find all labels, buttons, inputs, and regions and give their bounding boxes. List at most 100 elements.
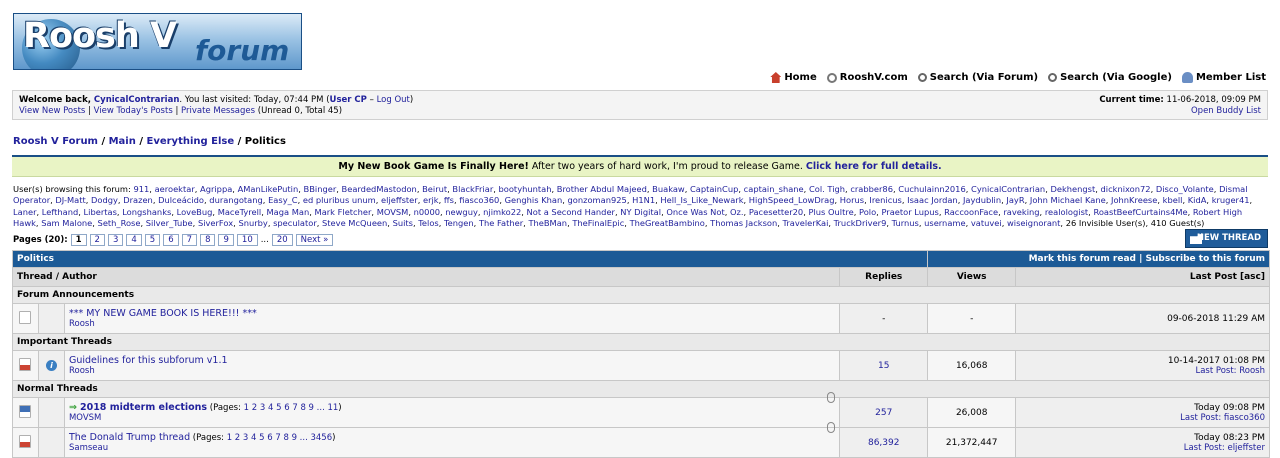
browsing-user-link[interactable]: Agrippa <box>200 184 232 194</box>
browsing-user-link[interactable]: Seth_Rose <box>98 218 141 228</box>
browsing-user-link[interactable]: Silver_Tube <box>146 218 193 228</box>
user-cp-link[interactable]: User CP <box>330 95 367 105</box>
browsing-user-link[interactable]: JohnKreese <box>1111 195 1157 205</box>
browsing-user-link[interactable]: durangotang <box>209 195 262 205</box>
col-thread-author[interactable]: Thread / Author <box>11 267 841 287</box>
browsing-user-link[interactable]: John Michael Kane <box>1030 195 1106 205</box>
browsing-user-link[interactable]: LoveBug <box>177 207 213 217</box>
browsing-user-link[interactable]: Polo <box>859 207 876 217</box>
last-post-user[interactable]: eljeffster <box>1227 443 1265 453</box>
browsing-user-link[interactable]: crabber86 <box>850 184 893 194</box>
browsing-user-link[interactable]: eljeffster <box>381 195 418 205</box>
browsing-user-link[interactable]: Beirut <box>422 184 447 194</box>
browsing-user-link[interactable]: DJ-Matt <box>55 195 85 205</box>
private-messages-link[interactable]: Private Messages <box>181 106 255 116</box>
last-post-link[interactable]: Last Post: <box>1195 366 1239 376</box>
nav-rooshv[interactable]: RooshV.com <box>826 72 908 83</box>
go-to-new-arrow-icon[interactable]: ⇒ <box>69 402 77 413</box>
last-post-link[interactable]: Last Post: <box>1184 443 1228 453</box>
browsing-user-link[interactable]: Brother Abdul Majeed <box>557 184 647 194</box>
browsing-user-link[interactable]: Disco_Volante <box>1156 184 1214 194</box>
browsing-user-link[interactable]: 911 <box>133 184 149 194</box>
browsing-user-link[interactable]: dicknixon72 <box>1101 184 1151 194</box>
thread-author-link[interactable]: Roosh <box>69 366 835 376</box>
browsing-user-link[interactable]: Thomas Jackson <box>710 218 777 228</box>
browsing-user-link[interactable]: newguy <box>445 207 478 217</box>
browsing-user-link[interactable]: Suits <box>393 218 413 228</box>
nav-member-list[interactable]: Member List <box>1181 72 1266 83</box>
browsing-user-link[interactable]: Jaydublin <box>963 195 1001 205</box>
browsing-user-link[interactable]: Sam Malone <box>41 218 92 228</box>
nav-search-forum[interactable]: Search (Via Forum) <box>917 72 1038 83</box>
browsing-user-link[interactable]: bootyhuntah <box>499 184 552 194</box>
browsing-user-link[interactable]: BlackFriar <box>452 184 493 194</box>
browsing-user-link[interactable]: Turnus <box>892 218 919 228</box>
browsing-user-link[interactable]: TravelerKai <box>783 218 829 228</box>
breadcrumb-everything-else[interactable]: Everything Else <box>146 136 234 147</box>
nav-home[interactable]: Home <box>770 72 817 83</box>
browsing-user-link[interactable]: JayR <box>1006 195 1024 205</box>
browsing-user-link[interactable]: TruckDriver9 <box>834 218 887 228</box>
page-3[interactable]: 3 <box>107 234 124 246</box>
browsing-user-link[interactable]: NY Digital <box>620 207 661 217</box>
browsing-user-link[interactable]: ed pluribus unum <box>303 195 376 205</box>
thread-title-link[interactable]: *** MY NEW GAME BOOK IS HERE!!! *** <box>69 308 835 319</box>
browsing-user-link[interactable]: Steve McQueen <box>322 218 387 228</box>
view-todays-posts-link[interactable]: View Today's Posts <box>94 106 173 116</box>
browsing-user-link[interactable]: CynicalContrarian <box>971 184 1045 194</box>
page-next[interactable]: Next » <box>295 234 334 246</box>
browsing-user-link[interactable]: vatuvei <box>971 218 1002 228</box>
browsing-user-link[interactable]: TheBMan <box>528 218 567 228</box>
browsing-user-link[interactable]: captain_shane <box>744 184 804 194</box>
browsing-user-link[interactable]: Dulceácido <box>158 195 204 205</box>
browsing-user-link[interactable]: SiverFox <box>198 218 233 228</box>
browsing-user-link[interactable]: BeardedMastodon <box>342 184 417 194</box>
book-details-link[interactable]: Click here for full details. <box>806 161 942 172</box>
browsing-user-link[interactable]: Dodgy <box>91 195 118 205</box>
thread-title-link[interactable]: 2018 midterm elections <box>80 402 207 413</box>
new-thread-button[interactable]: NEW THREAD <box>1185 229 1268 248</box>
browsing-user-link[interactable]: Laner <box>13 207 36 217</box>
thread-title-link[interactable]: Guidelines for this subforum v1.1 <box>69 355 835 366</box>
browsing-user-link[interactable]: kbell <box>1163 195 1183 205</box>
browsing-user-link[interactable]: fiasco360 <box>459 195 499 205</box>
replies-count[interactable]: 15 <box>839 350 929 381</box>
thread-author-link[interactable]: MOVSM <box>69 413 835 423</box>
browsing-user-link[interactable]: AManLikePutin <box>238 184 299 194</box>
browsing-user-link[interactable]: Lefthand <box>42 207 78 217</box>
page-5[interactable]: 5 <box>144 234 161 246</box>
browsing-user-link[interactable]: Cuchulainn2016 <box>898 184 965 194</box>
replies-count[interactable]: 257 <box>839 397 929 428</box>
browsing-user-link[interactable]: Not a Second Hander <box>527 207 615 217</box>
col-views[interactable]: Views <box>927 267 1017 287</box>
browsing-user-link[interactable]: KidA <box>1188 195 1207 205</box>
open-buddy-list-link[interactable]: Open Buddy List <box>1191 106 1261 116</box>
page-8[interactable]: 8 <box>200 234 216 246</box>
username-link[interactable]: CynicalContrarian <box>94 95 179 105</box>
page-6[interactable]: 6 <box>163 234 179 246</box>
browsing-user-link[interactable]: HighSpeed_LowDrag <box>749 195 835 205</box>
thread-author-link[interactable]: Roosh <box>69 319 835 329</box>
replies-count[interactable]: 86,392 <box>839 427 929 458</box>
page-4[interactable]: 4 <box>126 234 142 246</box>
view-new-posts-link[interactable]: View New Posts <box>19 106 85 116</box>
subscribe-forum-link[interactable]: Subscribe to this forum <box>1146 254 1265 264</box>
browsing-user-link[interactable]: ffs <box>444 195 454 205</box>
breadcrumb-home[interactable]: Roosh V Forum <box>13 136 98 147</box>
browsing-user-link[interactable]: gonzoman925 <box>568 195 627 205</box>
browsing-user-link[interactable]: Buakaw <box>652 184 685 194</box>
browsing-user-link[interactable]: H1N1 <box>632 195 655 205</box>
browsing-user-link[interactable]: kruger41 <box>1212 195 1250 205</box>
browsing-user-link[interactable]: Mark Fletcher <box>315 207 372 217</box>
page-9[interactable]: 9 <box>218 234 234 246</box>
page-last[interactable]: 20 <box>271 234 293 246</box>
browsing-user-link[interactable]: BBinger <box>304 184 337 194</box>
browsing-user-link[interactable]: username <box>924 218 965 228</box>
col-replies[interactable]: Replies <box>839 267 929 287</box>
browsing-user-link[interactable]: Drazen <box>123 195 153 205</box>
browsing-user-link[interactable]: Tengen <box>444 218 474 228</box>
page-7[interactable]: 7 <box>181 234 198 246</box>
page-10[interactable]: 10 <box>236 234 258 246</box>
browsing-user-link[interactable]: Isaac Jordan <box>907 195 958 205</box>
browsing-user-link[interactable]: njimko22 <box>483 207 521 217</box>
